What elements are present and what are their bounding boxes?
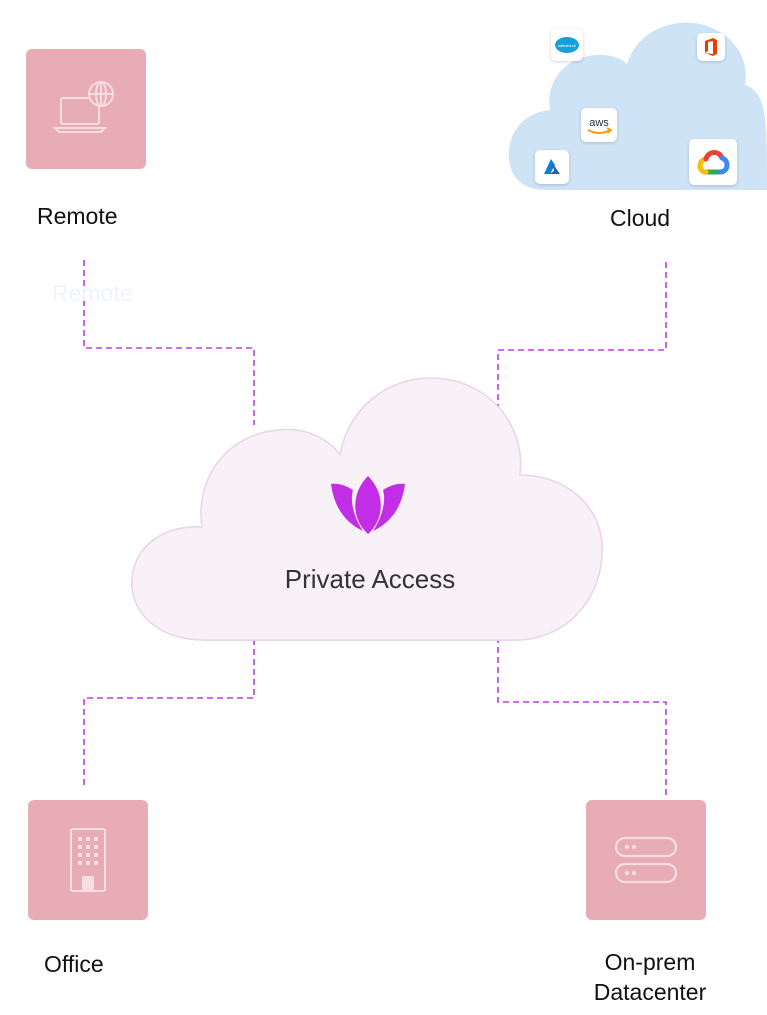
office365-logo [697,33,725,61]
server-stack-icon [614,836,678,884]
datacenter-tile [586,800,706,920]
datacenter-label-line2: Datacenter [593,978,707,1005]
remote-ghost-label: Remote [52,280,133,306]
google-cloud-logo [689,139,737,185]
aws-logo: aws [581,108,617,142]
lotus-logo-icon [331,476,405,534]
cloud-label: Cloud [610,205,671,231]
datacenter-label: On-prem Datacenter [570,948,730,1008]
svg-text:aws: aws [589,117,609,129]
office-label: Office [44,951,104,977]
remote-label: Remote [37,203,118,229]
salesforce-logo: salesforce [551,29,583,61]
datacenter-label-line1: On-prem [604,949,696,975]
office-building-icon [70,828,106,892]
private-access-title: Private Access [284,564,456,594]
laptop-globe-icon [52,81,114,133]
azure-logo [535,150,569,184]
office-tile [28,800,148,920]
remote-tile [26,49,146,169]
svg-text:salesforce: salesforce [558,43,577,48]
